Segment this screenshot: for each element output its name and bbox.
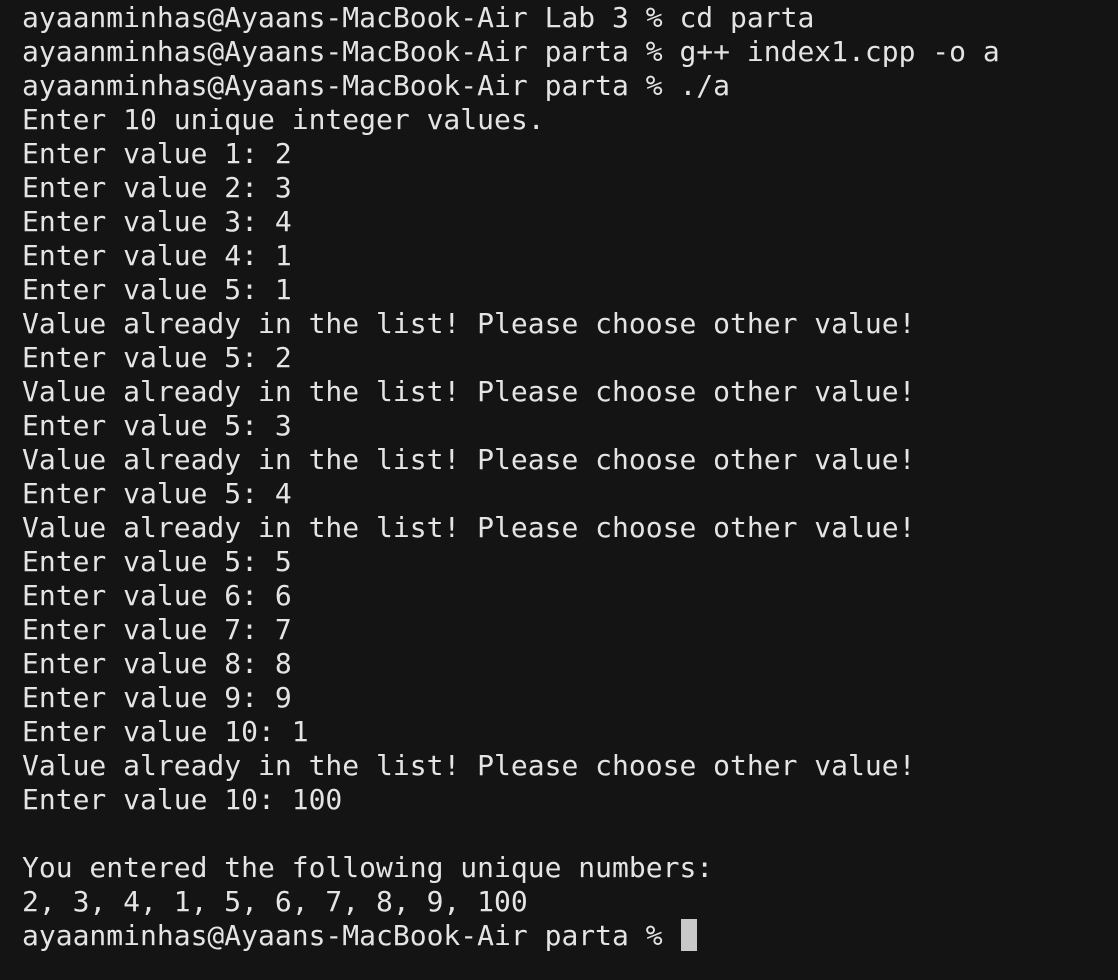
- terminal-line-18: Enter value 6: 6: [22, 579, 292, 612]
- terminal-line-19: Enter value 7: 7: [22, 613, 292, 646]
- terminal-line-12: Value already in the list! Please choose…: [22, 375, 916, 408]
- terminal-line-3: ayaanminhas@Ayaans-MacBook-Air parta % .…: [22, 69, 731, 102]
- terminal-line-2: ayaanminhas@Ayaans-MacBook-Air parta % g…: [22, 35, 1000, 68]
- terminal-line-16: Value already in the list! Please choose…: [22, 511, 916, 544]
- terminal-line-4: Enter 10 unique integer values.: [22, 103, 545, 136]
- terminal-line-9: Enter value 5: 1: [22, 273, 292, 306]
- terminal-line-10: Value already in the list! Please choose…: [22, 307, 916, 340]
- terminal-window[interactable]: ayaanminhas@Ayaans-MacBook-Air Lab 3 % c…: [0, 0, 1118, 980]
- terminal-line-14: Value already in the list! Please choose…: [22, 443, 916, 476]
- terminal-line-13: Enter value 5: 3: [22, 409, 292, 442]
- terminal-line-26: You entered the following unique numbers…: [22, 851, 714, 884]
- terminal-line-21: Enter value 9: 9: [22, 681, 292, 714]
- terminal-line-5: Enter value 1: 2: [22, 137, 292, 170]
- terminal-line-6: Enter value 2: 3: [22, 171, 292, 204]
- terminal-line-22: Enter value 10: 1: [22, 715, 309, 748]
- terminal-line-11: Enter value 5: 2: [22, 341, 292, 374]
- terminal-line-20: Enter value 8: 8: [22, 647, 292, 680]
- terminal-cursor: [681, 919, 698, 951]
- terminal-line-15: Enter value 5: 4: [22, 477, 292, 510]
- terminal-line-27: 2, 3, 4, 1, 5, 6, 7, 8, 9, 100: [22, 885, 528, 918]
- terminal-line-1: ayaanminhas@Ayaans-MacBook-Air Lab 3 % c…: [22, 1, 815, 34]
- terminal-line-17: Enter value 5: 5: [22, 545, 292, 578]
- terminal-prompt: ayaanminhas@Ayaans-MacBook-Air parta %: [22, 919, 680, 952]
- terminal-line-24: Enter value 10: 100: [22, 783, 343, 816]
- terminal-line-23: Value already in the list! Please choose…: [22, 749, 916, 782]
- terminal-line-7: Enter value 3: 4: [22, 205, 292, 238]
- terminal-prompt-line[interactable]: ayaanminhas@Ayaans-MacBook-Air parta %: [22, 919, 1118, 953]
- terminal-line-8: Enter value 4: 1: [22, 239, 292, 272]
- terminal-line-25: [22, 817, 1118, 851]
